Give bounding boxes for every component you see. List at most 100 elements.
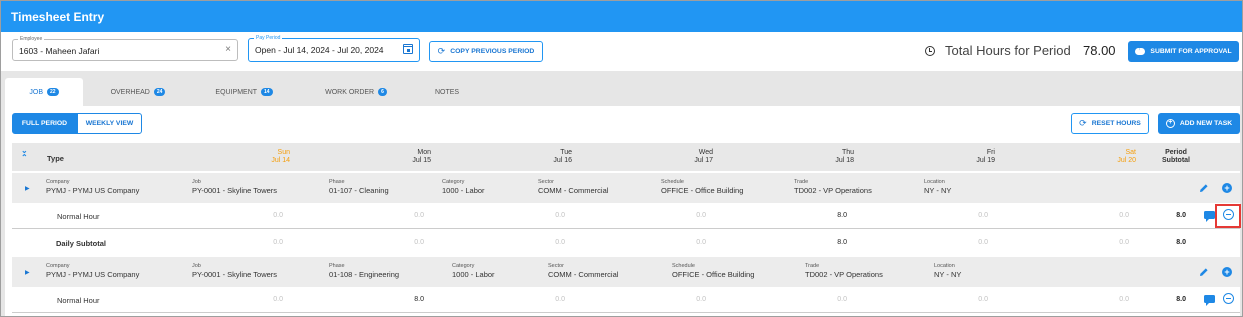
hours-cell[interactable]: 0.0 <box>666 296 706 303</box>
total-hours-value: 78.00 <box>1083 43 1116 58</box>
hours-cell[interactable]: 0.0 <box>807 296 847 303</box>
hours-cell[interactable]: 0.0 <box>525 296 565 303</box>
collapse-all-icon[interactable]: ⌄ ⌃ <box>21 147 28 162</box>
tab-work-order[interactable]: WORK ORDER 6 <box>311 78 401 106</box>
day-header-mon: Mon Jul 15 <box>371 149 431 165</box>
day-name: Sun <box>277 149 290 156</box>
pay-period-field[interactable]: Pay Period Open - Jul 14, 2024 - Jul 20,… <box>248 34 420 62</box>
hours-cell[interactable]: 0.0 <box>243 296 283 303</box>
tab-job[interactable]: JOB 22 <box>5 78 83 106</box>
task-company: Company PYMJ - PYMJ US Company <box>46 263 139 280</box>
add-row-icon[interactable]: + <box>1222 183 1232 193</box>
field-value: NY - NY <box>924 186 952 195</box>
subtotal-header-line: Subtotal <box>1162 157 1190 164</box>
subtotal-cell: 0.0 <box>273 239 283 246</box>
tab-label: EQUIPMENT <box>215 88 258 96</box>
submit-for-approval-button[interactable]: SUBMIT FOR APPROVAL <box>1128 41 1239 62</box>
task-location: Location NY - NY <box>924 179 951 196</box>
tab-count-badge: 6 <box>378 88 387 96</box>
task-location: Location NY - NY <box>934 263 961 280</box>
type-header: Type <box>47 154 64 163</box>
field-label: Job <box>192 263 201 269</box>
hours-cell[interactable]: 0.0 <box>948 212 988 219</box>
daily-subtotal-row: Daily Subtotal 0.0 0.0 0.0 0.0 8.0 0.0 0… <box>12 230 1240 256</box>
field-value: 1000 - Labor <box>452 270 495 279</box>
hours-cell[interactable]: 0.0 <box>1089 296 1129 303</box>
hour-row: Normal Hour 0.0 8.0 0.0 0.0 0.0 0.0 0.0 … <box>12 287 1240 313</box>
day-header-tue: Tue Jul 16 <box>512 149 572 165</box>
period-subtotal-header: Period Subtotal <box>1156 149 1196 165</box>
day-header-sat: Sat Jul 20 <box>1076 149 1136 165</box>
grid-header: ⌄ ⌃ Type Sun Jul 14 Mon Jul 15 Tue Jul 16 <box>12 143 1240 171</box>
tab-bar: JOB 22 OVERHEAD 24 EQUIPMENT 14 WORK ORD… <box>1 78 1242 106</box>
hours-cell[interactable]: 0.0 <box>666 212 706 219</box>
field-value: PYMJ - PYMJ US Company <box>46 186 140 195</box>
comment-icon[interactable] <box>1204 295 1215 306</box>
full-period-button[interactable]: FULL PERIOD <box>12 113 77 134</box>
field-label: Location <box>924 179 945 185</box>
field-value: COMM - Commercial <box>538 186 609 195</box>
add-row-icon[interactable]: + <box>1222 267 1232 277</box>
hours-cell[interactable]: 0.0 <box>525 212 565 219</box>
job-panel: FULL PERIOD WEEKLY VIEW ⟳ RESET HOURS + … <box>5 106 1241 316</box>
field-label: Trade <box>805 263 820 269</box>
hours-cell[interactable]: 0.0 <box>1089 212 1129 219</box>
remove-row-icon[interactable] <box>1223 293 1234 304</box>
day-name: Wed <box>698 149 713 156</box>
field-value: 01-107 - Cleaning <box>329 186 389 195</box>
field-value: OFFICE - Office Building <box>672 270 755 279</box>
hours-cell[interactable]: 0.0 <box>948 296 988 303</box>
expand-caret-icon[interactable]: ▶ <box>25 269 30 276</box>
reset-hours-button[interactable]: ⟳ RESET HOURS <box>1071 113 1149 134</box>
day-name: Thu <box>841 149 854 156</box>
field-label: Phase <box>329 263 345 269</box>
task-schedule: Schedule OFFICE - Office Building <box>661 179 743 196</box>
pay-period-label: Pay Period <box>254 34 283 42</box>
subtotal-header-line: Period <box>1165 149 1187 156</box>
subtotal-cell: 0.0 <box>978 239 988 246</box>
comment-icon[interactable] <box>1204 211 1215 222</box>
pencil-icon[interactable] <box>1199 267 1209 277</box>
field-value: 1000 - Labor <box>442 186 485 195</box>
field-label: Schedule <box>661 179 684 185</box>
field-value: 01-108 - Engineering <box>329 270 400 279</box>
expand-caret-icon[interactable]: ▶ <box>25 185 30 192</box>
day-date: Jul 17 <box>694 157 713 164</box>
tab-label: NOTES <box>434 88 460 96</box>
tab-equipment[interactable]: EQUIPMENT 14 <box>201 78 287 106</box>
tab-notes[interactable]: NOTES <box>421 78 473 106</box>
add-new-task-button[interactable]: + ADD NEW TASK <box>1158 113 1240 134</box>
calendar-icon[interactable] <box>403 44 413 54</box>
weekly-view-button[interactable]: WEEKLY VIEW <box>77 113 142 134</box>
clear-icon[interactable]: × <box>225 44 231 55</box>
row-subtotal: 8.0 <box>1176 296 1186 303</box>
total-hours-label: Total Hours for Period <box>945 43 1071 58</box>
row-subtotal: 8.0 <box>1176 239 1186 246</box>
hours-cell[interactable]: 0.0 <box>384 212 424 219</box>
employee-value: 1603 - Maheen Jafari <box>19 46 100 56</box>
hours-cell[interactable]: 8.0 <box>384 296 424 303</box>
subtotal-cell: 8.0 <box>837 239 847 246</box>
day-name: Tue <box>560 149 572 156</box>
field-label: Trade <box>794 179 809 185</box>
employee-field[interactable]: Employee 1603 - Maheen Jafari × <box>12 35 238 61</box>
tab-label: OVERHEAD <box>110 88 150 96</box>
hours-cell[interactable]: 8.0 <box>807 212 847 219</box>
day-date: Jul 15 <box>412 157 431 164</box>
field-label: Company <box>46 179 70 185</box>
pencil-icon[interactable] <box>1199 183 1209 193</box>
field-value: NY - NY <box>934 270 962 279</box>
day-header-fri: Fri Jul 19 <box>935 149 995 165</box>
tab-overhead[interactable]: OVERHEAD 24 <box>97 78 179 106</box>
hours-cell[interactable]: 0.0 <box>243 212 283 219</box>
task-schedule: Schedule OFFICE - Office Building <box>672 263 754 280</box>
task-row: ▶ Company PYMJ - PYMJ US Company Job PY-… <box>12 173 1240 203</box>
field-label: Location <box>934 263 955 269</box>
day-date: Jul 14 <box>271 157 290 164</box>
clock-icon <box>925 46 935 56</box>
day-name: Mon <box>417 149 431 156</box>
copy-previous-period-button[interactable]: ⟳ COPY PREVIOUS PERIOD <box>429 41 543 62</box>
task-trade: Trade TD002 - VP Operations <box>794 179 872 196</box>
subtotal-cell: 0.0 <box>696 239 706 246</box>
day-header-wed: Wed Jul 17 <box>653 149 713 165</box>
